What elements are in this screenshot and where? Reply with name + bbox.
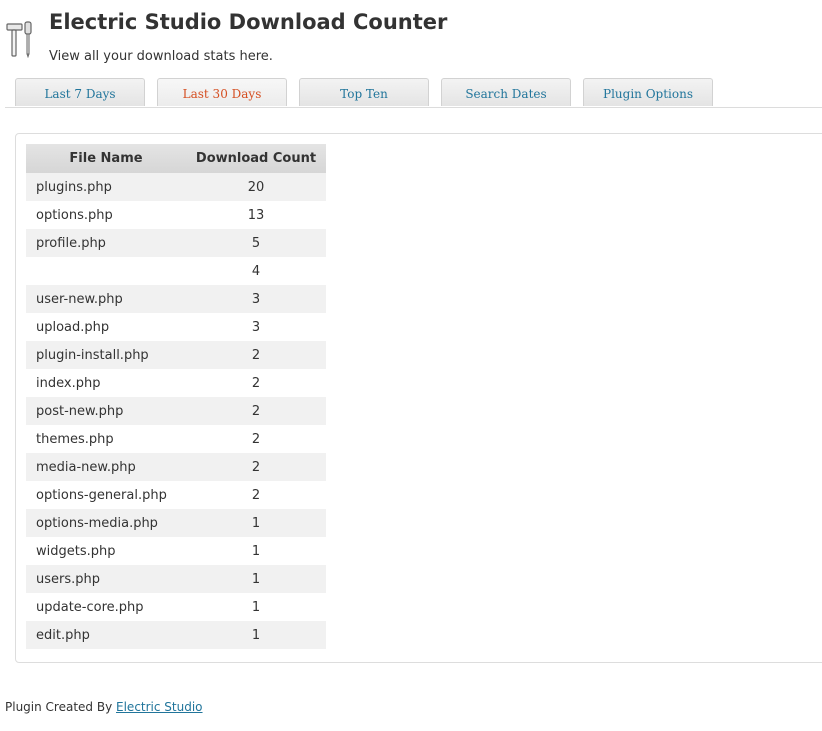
- electric-studio-link[interactable]: Electric Studio: [116, 700, 203, 714]
- file-name-cell: media-new.php: [26, 453, 186, 481]
- table-row: plugins.php 20: [26, 173, 326, 201]
- download-count-cell: 1: [186, 565, 326, 593]
- file-name-cell: user-new.php: [26, 285, 186, 313]
- download-stats-table: File Name Download Count plugins.php 20 …: [26, 144, 326, 649]
- download-count-cell: 13: [186, 201, 326, 229]
- download-counter-page: Electric Studio Download Counter View al…: [0, 0, 822, 731]
- table-row: edit.php 1: [26, 621, 326, 649]
- download-count-cell: 3: [186, 313, 326, 341]
- table-row: post-new.php 2: [26, 397, 326, 425]
- table-row: user-new.php 3: [26, 285, 326, 313]
- file-name-cell: [26, 257, 186, 285]
- table-row: widgets.php 1: [26, 537, 326, 565]
- download-count-cell: 20: [186, 173, 326, 201]
- download-count-cell: 1: [186, 621, 326, 649]
- download-count-cell: 1: [186, 593, 326, 621]
- file-name-cell: plugins.php: [26, 173, 186, 201]
- tab-plugin-options[interactable]: Plugin Options: [583, 78, 713, 106]
- file-name-cell: options-general.php: [26, 481, 186, 509]
- tab-search-dates[interactable]: Search Dates: [441, 78, 571, 106]
- file-name-cell: plugin-install.php: [26, 341, 186, 369]
- page-title: Electric Studio Download Counter: [49, 10, 448, 34]
- file-name-cell: widgets.php: [26, 537, 186, 565]
- table-row: update-core.php 1: [26, 593, 326, 621]
- footer-credit: Plugin Created By Electric Studio: [5, 700, 203, 714]
- table-row: 4: [26, 257, 326, 285]
- table-row: index.php 2: [26, 369, 326, 397]
- column-header-download-count: Download Count: [186, 144, 326, 173]
- file-name-cell: edit.php: [26, 621, 186, 649]
- download-count-cell: 2: [186, 369, 326, 397]
- tab-last-7-days[interactable]: Last 7 Days: [15, 78, 145, 106]
- download-count-cell: 2: [186, 453, 326, 481]
- download-count-cell: 5: [186, 229, 326, 257]
- file-name-cell: upload.php: [26, 313, 186, 341]
- page-subtitle: View all your download stats here.: [49, 49, 273, 64]
- table-row: users.php 1: [26, 565, 326, 593]
- file-name-cell: update-core.php: [26, 593, 186, 621]
- file-name-cell: post-new.php: [26, 397, 186, 425]
- tab-last-30-days[interactable]: Last 30 Days: [157, 78, 287, 106]
- table-row: media-new.php 2: [26, 453, 326, 481]
- download-count-cell: 3: [186, 285, 326, 313]
- file-name-cell: index.php: [26, 369, 186, 397]
- download-count-cell: 1: [186, 537, 326, 565]
- tabs-divider: [5, 107, 822, 108]
- table-row: options-general.php 2: [26, 481, 326, 509]
- table-row: profile.php 5: [26, 229, 326, 257]
- file-name-cell: options.php: [26, 201, 186, 229]
- table-row: themes.php 2: [26, 425, 326, 453]
- column-header-file-name: File Name: [26, 144, 186, 173]
- tab-top-ten[interactable]: Top Ten: [299, 78, 429, 106]
- table-row: options.php 13: [26, 201, 326, 229]
- file-name-cell: themes.php: [26, 425, 186, 453]
- footer-text: Plugin Created By: [5, 700, 113, 714]
- download-count-cell: 2: [186, 397, 326, 425]
- download-count-cell: 2: [186, 425, 326, 453]
- tools-icon: [6, 21, 32, 58]
- file-name-cell: users.php: [26, 565, 186, 593]
- download-count-cell: 2: [186, 481, 326, 509]
- download-count-cell: 1: [186, 509, 326, 537]
- table-row: upload.php 3: [26, 313, 326, 341]
- table-row: plugin-install.php 2: [26, 341, 326, 369]
- table-header-row: File Name Download Count: [26, 144, 326, 173]
- download-count-cell: 4: [186, 257, 326, 285]
- file-name-cell: profile.php: [26, 229, 186, 257]
- file-name-cell: options-media.php: [26, 509, 186, 537]
- table-row: options-media.php 1: [26, 509, 326, 537]
- download-count-cell: 2: [186, 341, 326, 369]
